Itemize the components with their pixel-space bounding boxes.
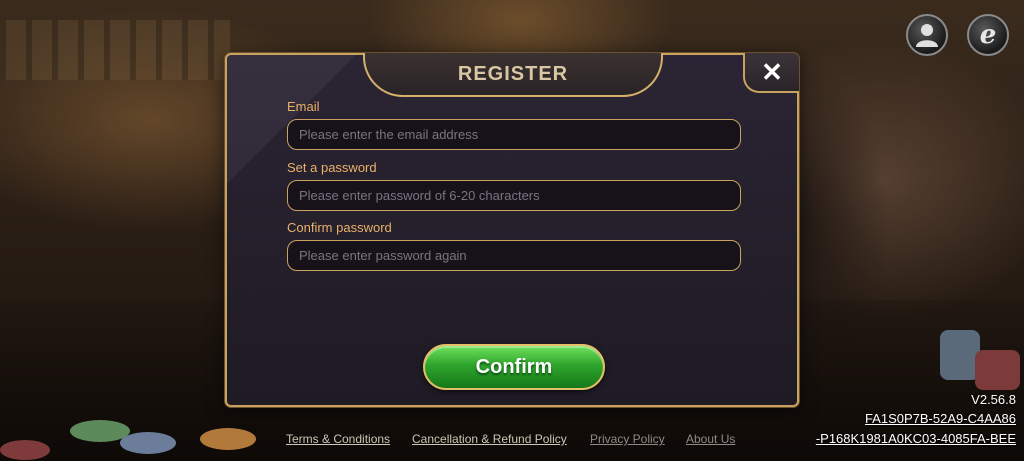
password-label: Set a password	[287, 160, 377, 175]
build-id-line-2[interactable]: -P168K1981A0KC03-4085FA-BEE	[816, 431, 1016, 446]
confirm-password-field[interactable]	[287, 240, 741, 271]
close-button[interactable]: ✕	[743, 53, 799, 93]
dialog-title: REGISTER	[457, 62, 569, 85]
confirm-button[interactable]: Confirm	[423, 344, 605, 390]
version-label: V2.56.8	[971, 392, 1016, 407]
register-dialog: REGISTER ✕ Email Set a password Confirm …	[225, 53, 799, 407]
casino-chip	[940, 330, 980, 380]
dialog-title-tab: REGISTER	[363, 53, 663, 97]
casino-chip	[200, 428, 256, 450]
casino-chip	[975, 350, 1020, 390]
footer-link-privacy-policy[interactable]: Privacy Policy	[590, 432, 665, 446]
email-field[interactable]	[287, 119, 741, 150]
e-browser-icon[interactable]: e	[967, 14, 1009, 56]
casino-chip	[0, 440, 50, 460]
confirm-password-label: Confirm password	[287, 220, 392, 235]
footer-link-about-us[interactable]: About Us	[686, 432, 735, 446]
casino-chip	[120, 432, 176, 454]
background-balcony	[0, 20, 230, 80]
user-icon[interactable]	[906, 14, 948, 56]
close-icon: ✕	[761, 57, 783, 87]
e-icon-glyph: e	[979, 20, 997, 50]
build-id-line-1[interactable]: FA1S0P7B-52A9-C4AA86	[865, 411, 1016, 426]
user-silhouette-icon	[916, 24, 938, 47]
email-label: Email	[287, 99, 320, 114]
confirm-button-label: Confirm	[475, 355, 553, 378]
footer-link-refund-policy[interactable]: Cancellation & Refund Policy	[412, 432, 567, 446]
footer-link-terms[interactable]: Terms & Conditions	[286, 432, 390, 446]
password-field[interactable]	[287, 180, 741, 211]
